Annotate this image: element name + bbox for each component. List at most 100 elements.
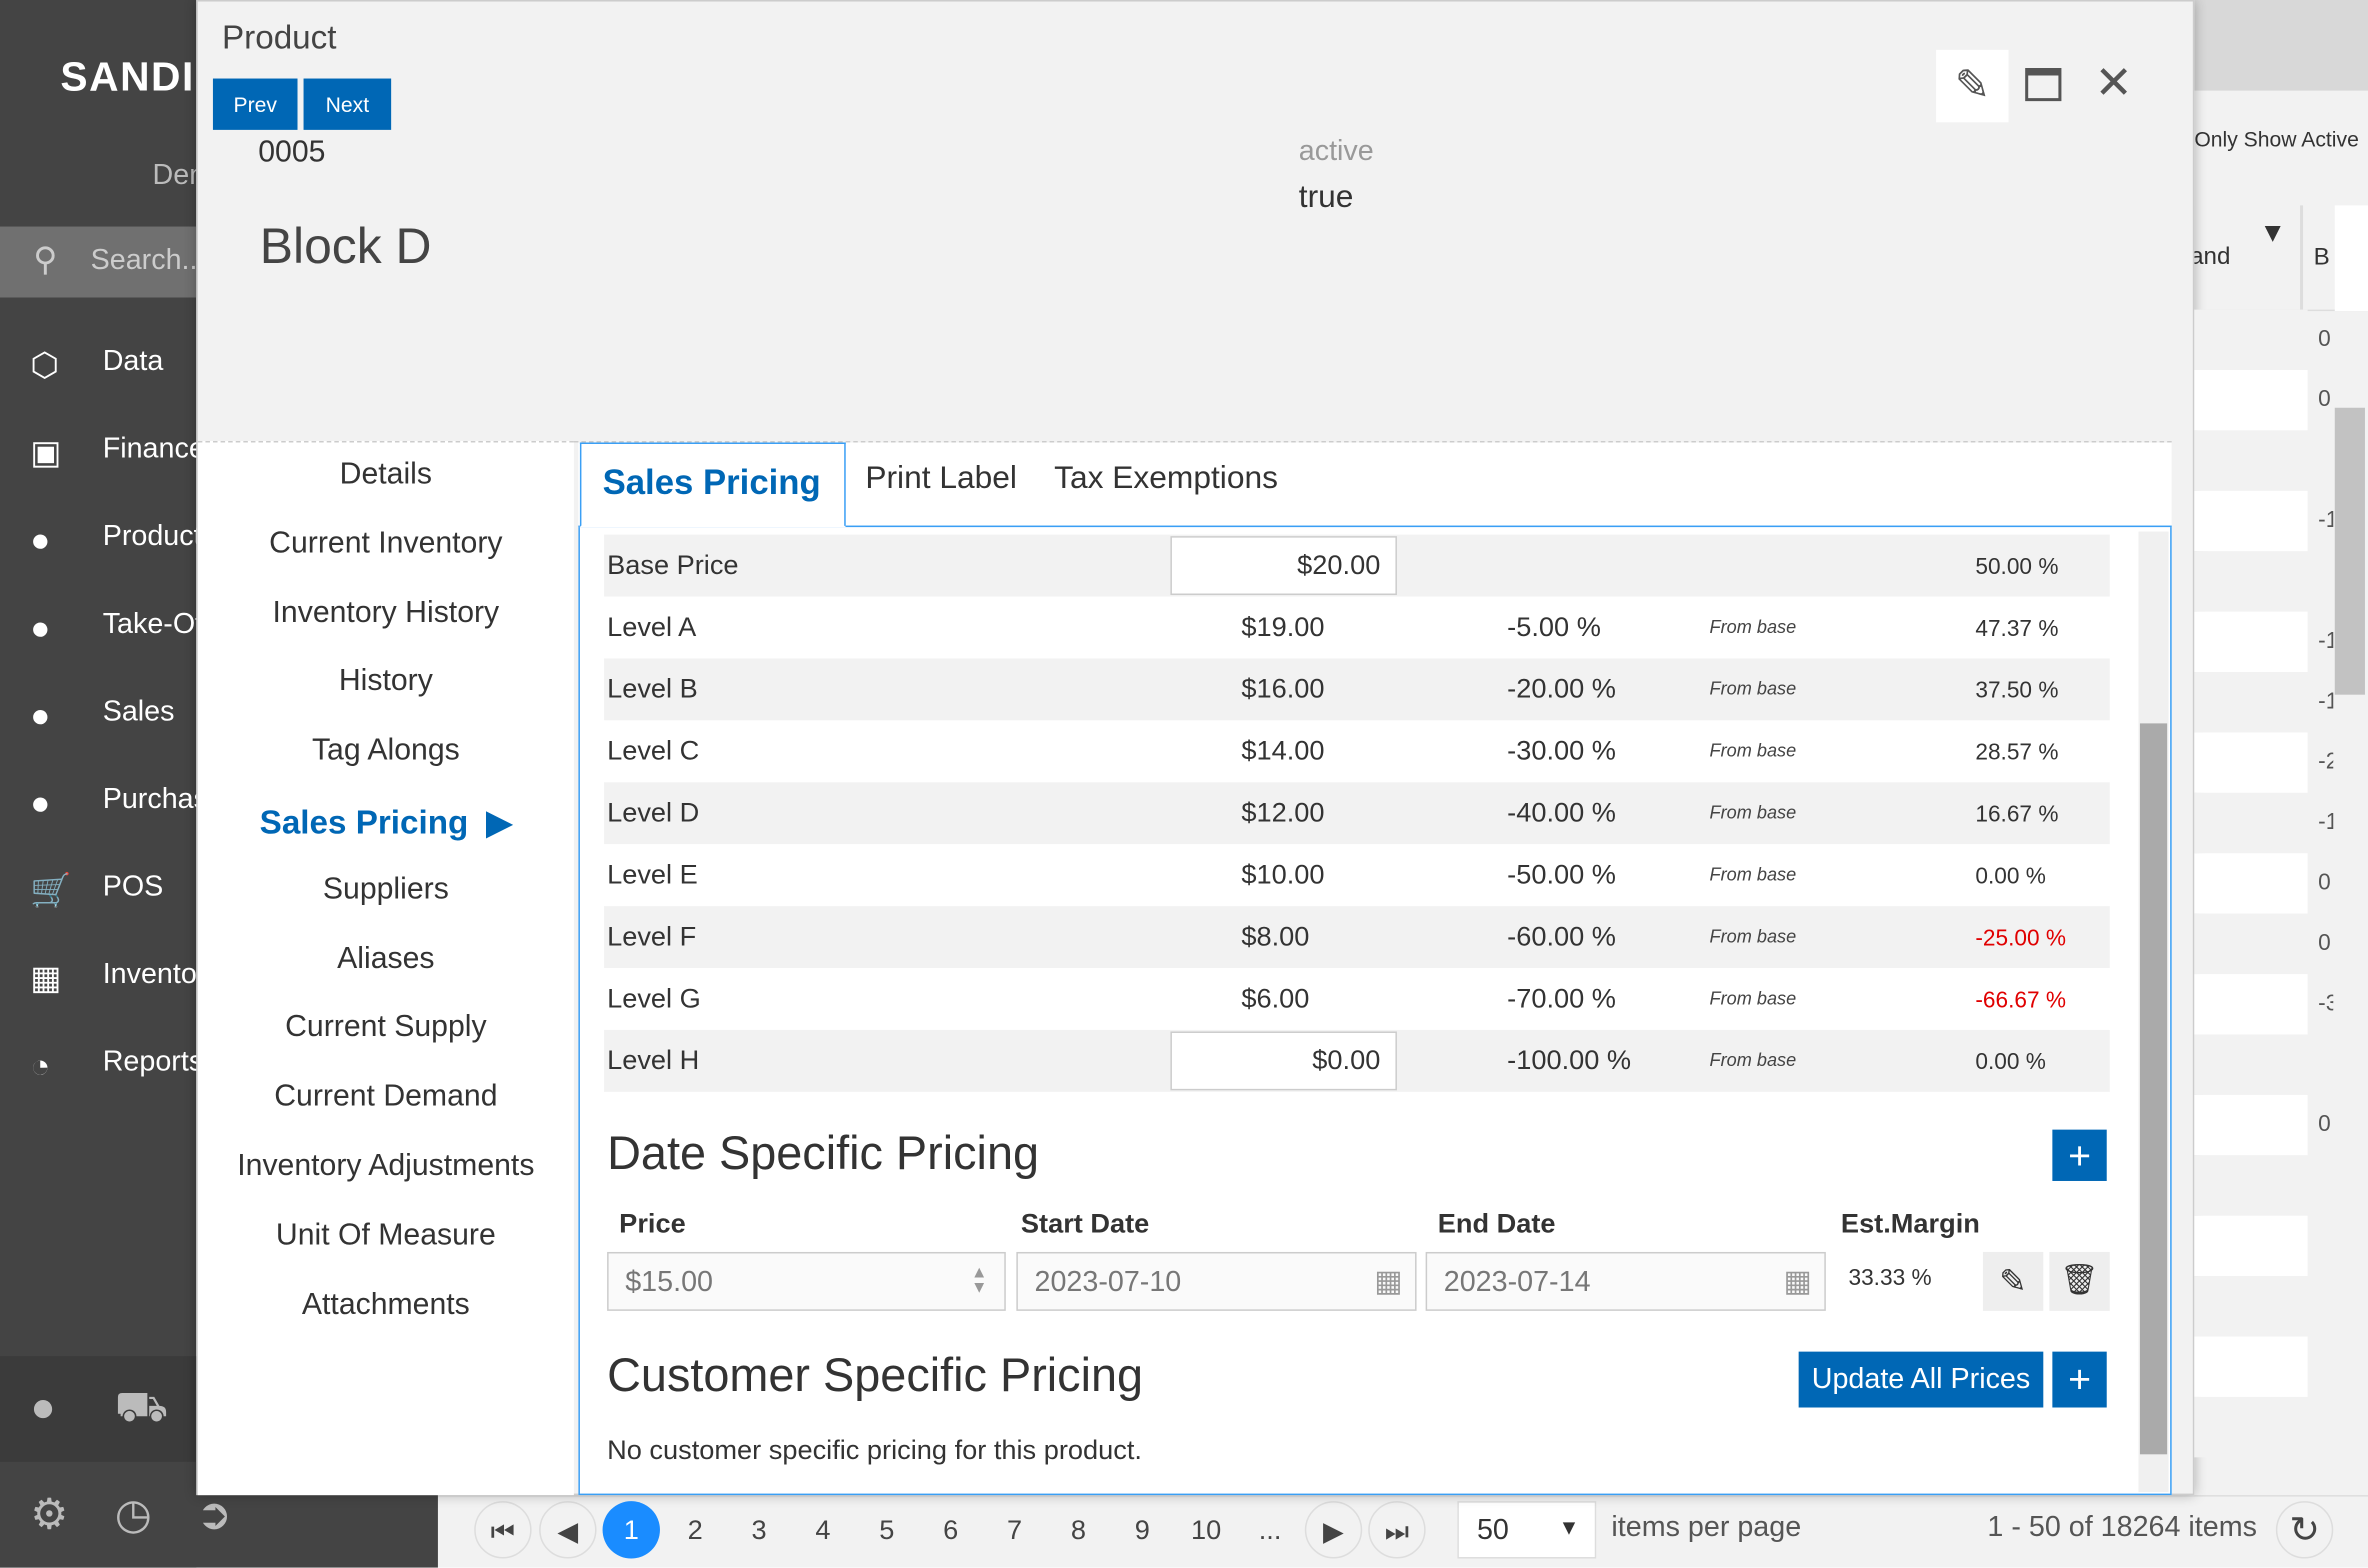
only-show-active-label[interactable]: Only Show Active xyxy=(2194,127,2359,151)
page-7[interactable]: 7 xyxy=(986,1501,1043,1558)
page-1[interactable]: 1 xyxy=(602,1501,660,1559)
date-price-input[interactable]: $15.00 ▲ ▼ xyxy=(607,1251,1006,1311)
prev-button[interactable]: Prev xyxy=(212,78,298,130)
section-sales-pricing[interactable]: Sales Pricing ▶ xyxy=(198,803,574,842)
background-row xyxy=(2194,490,2308,552)
truck-icon[interactable]: ⛟ xyxy=(115,1383,168,1437)
background-row xyxy=(2194,551,2308,612)
boxes-icon: ▦ xyxy=(30,958,62,997)
page-...[interactable]: ... xyxy=(1241,1501,1298,1558)
section-history[interactable]: History xyxy=(198,665,574,700)
start-date-input[interactable]: 2023-07-10 ▦ xyxy=(1016,1251,1417,1311)
section-details[interactable]: Details xyxy=(198,458,574,493)
section-unit-of-measure[interactable]: Unit Of Measure xyxy=(198,1218,574,1253)
from-base-label: From base xyxy=(1709,739,1797,762)
panel-scrollbar[interactable] xyxy=(2138,531,2169,1493)
edit-row-icon[interactable]: ✎ xyxy=(1982,1251,2044,1311)
calendar-icon[interactable]: ▦ xyxy=(1784,1263,1813,1301)
filter-icon[interactable]: ▼ xyxy=(2259,217,2286,249)
section-label: Sales Pricing xyxy=(259,803,469,842)
next-page-button[interactable]: ▶ xyxy=(1304,1501,1363,1559)
page-6[interactable]: 6 xyxy=(922,1501,979,1558)
page-4[interactable]: 4 xyxy=(794,1501,851,1558)
sidebar-item-purchasing[interactable]: ● Purchasing xyxy=(0,772,196,832)
section-attachments[interactable]: Attachments xyxy=(198,1288,574,1323)
maximize-icon[interactable] xyxy=(2025,67,2062,102)
col-brand[interactable]: Brand xyxy=(2194,245,2230,272)
section-current-supply[interactable]: Current Supply xyxy=(198,1011,574,1046)
active-value: true xyxy=(1298,179,1354,215)
clock-icon[interactable]: ◷ xyxy=(115,1489,152,1539)
add-customer-price-button[interactable]: + xyxy=(2052,1351,2107,1408)
section-current-inventory[interactable]: Current Inventory xyxy=(198,527,574,562)
sidebar-item-pos[interactable]: 🛒 POS xyxy=(0,859,196,919)
level-name: Level B xyxy=(607,673,698,704)
from-base-label: From base xyxy=(1709,987,1797,1009)
trash-icon[interactable]: 🗑 xyxy=(2049,1251,2110,1311)
section-aliases[interactable]: Aliases xyxy=(198,942,574,977)
background-row xyxy=(2194,1034,2308,1095)
sidebar-item-sales[interactable]: ● Sales xyxy=(0,684,196,744)
section-label: Inventory Adjustments xyxy=(237,1149,535,1183)
background-scrollbar[interactable] xyxy=(2334,407,2365,695)
pricing-row: Level A $19.00 -5.00 % From base 47.37 % xyxy=(604,596,2110,659)
price-input[interactable]: $0.00 xyxy=(1170,1031,1397,1091)
users-icon[interactable]: ● xyxy=(30,1383,56,1431)
background-cell: -3 xyxy=(2318,990,2333,1017)
section-label: Details xyxy=(339,457,433,491)
section-tag-alongs[interactable]: Tag Alongs xyxy=(198,734,574,769)
col-b[interactable]: B xyxy=(2314,245,2330,272)
sidebar-item-data[interactable]: ⬡ Data xyxy=(0,334,196,394)
first-page-button[interactable]: ⏮ xyxy=(474,1501,532,1559)
price-value: $12.00 xyxy=(1241,797,1325,828)
spinner-icon[interactable]: ▲ ▼ xyxy=(971,1265,987,1297)
close-icon[interactable]: ✕ xyxy=(2095,57,2133,110)
last-page-button[interactable]: ⏭ xyxy=(1368,1501,1426,1559)
cube-icon: ⬡ xyxy=(30,345,60,384)
page-3[interactable]: 3 xyxy=(730,1501,787,1558)
sidebar-item-finance[interactable]: ▣ Finance xyxy=(0,421,196,481)
edit-icon[interactable]: ✎ xyxy=(1936,49,2009,123)
calendar-icon[interactable]: ▦ xyxy=(1374,1263,1403,1301)
page-8[interactable]: 8 xyxy=(1050,1501,1107,1558)
sidebar-item-products[interactable]: ● Products xyxy=(0,509,196,569)
update-all-prices-button[interactable]: Update All Prices xyxy=(1798,1351,2044,1408)
tab-sales-pricing[interactable]: Sales Pricing xyxy=(579,442,846,528)
price-value: $14.00 xyxy=(1241,735,1325,766)
sidebar-item-take-offs[interactable]: ● Take-Offs xyxy=(0,597,196,657)
margin-value: 16.67 % xyxy=(1975,801,2059,828)
section-suppliers[interactable]: Suppliers xyxy=(198,873,574,908)
section-inventory-history[interactable]: Inventory History xyxy=(198,596,574,631)
search-input[interactable]: ⚲ Search... xyxy=(0,226,197,298)
prev-page-button[interactable]: ◀ xyxy=(539,1501,597,1559)
date-price-value: $15.00 xyxy=(625,1267,714,1299)
logout-icon[interactable]: ➲ xyxy=(196,1489,231,1539)
section-inventory-adjustments[interactable]: Inventory Adjustments xyxy=(198,1149,574,1184)
page-10[interactable]: 10 xyxy=(1177,1501,1234,1558)
tab-print-label[interactable]: Print Label xyxy=(865,442,1017,525)
price-input[interactable]: $20.00 xyxy=(1170,536,1397,596)
add-date-price-button[interactable]: + xyxy=(2052,1129,2107,1181)
sidebar-item-reports[interactable]: ◔ Reports xyxy=(0,1034,196,1094)
page-5[interactable]: 5 xyxy=(858,1501,915,1558)
col-start-date: Start Date xyxy=(1020,1208,1150,1239)
sidebar-item-inventory[interactable]: ▦ Inventory xyxy=(0,947,196,1007)
gear-icon[interactable]: ⚙ xyxy=(30,1489,68,1539)
tab-tax-exemptions[interactable]: Tax Exemptions xyxy=(1054,442,1278,525)
section-current-demand[interactable]: Current Demand xyxy=(198,1080,574,1115)
refresh-icon[interactable]: ↻ xyxy=(2275,1501,2334,1559)
end-date-input[interactable]: 2023-07-14 ▦ xyxy=(1425,1251,1826,1311)
margin-value: -25.00 % xyxy=(1975,925,2067,952)
level-name: Level H xyxy=(607,1045,700,1076)
page-size-select[interactable]: 50 ▼ xyxy=(1457,1501,1597,1559)
users-icon: ● xyxy=(30,608,51,647)
scrollbar-thumb[interactable] xyxy=(2139,723,2168,1455)
percent-change: -30.00 % xyxy=(1507,735,1616,766)
page-size-value: 50 xyxy=(1476,1514,1509,1547)
from-base-label: From base xyxy=(1709,863,1797,885)
pager-summary: 1 - 50 of 18264 items xyxy=(1987,1511,2257,1544)
next-button[interactable]: Next xyxy=(303,78,392,130)
sidebar-item-label: Finance xyxy=(102,433,197,466)
customer-specific-title: Customer Specific Pricing xyxy=(607,1348,1144,1402)
page-2[interactable]: 2 xyxy=(666,1501,723,1558)
